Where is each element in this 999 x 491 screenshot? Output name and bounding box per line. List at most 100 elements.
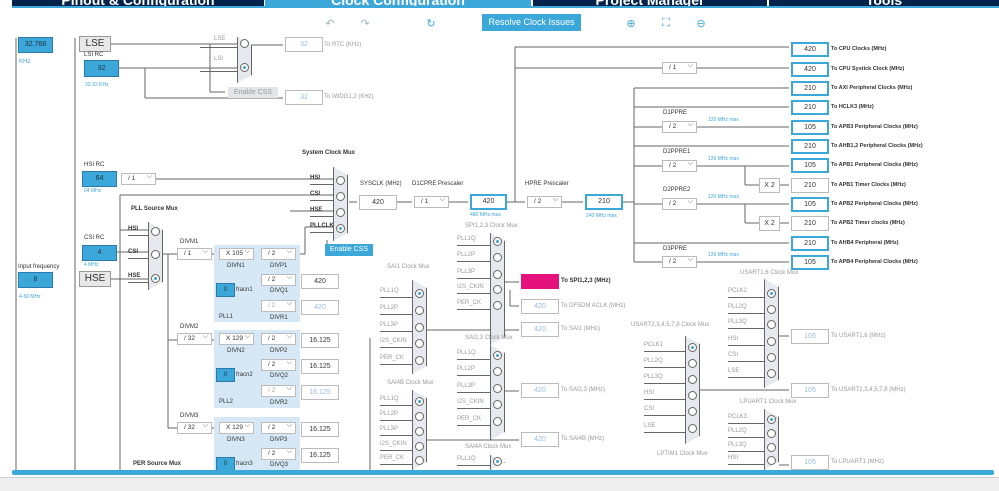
sysclk-value[interactable]: 420 [359,195,397,210]
mux-radio[interactable] [767,429,776,438]
output-value[interactable]: 210 [791,100,829,115]
mux-radio[interactable] [688,343,697,352]
mux-radio[interactable] [151,250,160,259]
hpre-dropdown[interactable]: / 2 [527,195,562,208]
mux-radio[interactable] [493,367,502,376]
rtc-enable-css-button[interactable]: Enable CSS [228,87,278,98]
hse-source[interactable]: HSE [79,271,111,287]
mux-radio[interactable] [688,391,697,400]
mux-radio[interactable] [493,457,502,466]
output-label: To APB1 Timer Clocks (MHz) [831,182,906,188]
divp-dropdown[interactable]: / 2 [261,332,296,345]
mux-radio[interactable] [415,442,424,451]
hsi-divider-dropdown[interactable]: / 1 [121,172,156,185]
mux-radio[interactable] [493,301,502,310]
mux-radio[interactable] [240,63,249,72]
divm-dropdown[interactable]: / 32 [177,421,212,434]
hclk-value[interactable]: 210 [585,194,623,210]
divm-dropdown[interactable]: / 32 [177,332,212,345]
mux-radio[interactable] [688,424,697,433]
output-value[interactable]: 210 [791,139,829,154]
output-value[interactable]: 210 [791,236,829,251]
hse-frequency-input[interactable]: 8 [18,272,53,288]
lse-source[interactable]: LSE [79,36,111,52]
systick-divider-dropdown[interactable]: / 1 [662,61,697,74]
spi-output-value[interactable]: 420 [521,274,559,289]
divq-dropdown[interactable]: / 2 [261,358,296,371]
mux-radio[interactable] [767,353,776,362]
mux-radio[interactable] [415,456,424,465]
mux-radio[interactable] [767,305,776,314]
mux-radio[interactable] [151,227,160,236]
mux-radio[interactable] [493,384,502,393]
mux-radio[interactable] [336,208,345,217]
mux-radio[interactable] [415,356,424,365]
fracn-input[interactable]: 0 [216,457,235,471]
mux-radio[interactable] [767,415,776,424]
d3ppre-dropdown[interactable]: / 2 [662,255,697,268]
mux-radio[interactable] [240,39,249,48]
mux-input-label: PLL2P [380,411,399,417]
output-value[interactable]: 105 [791,120,829,135]
mux-radio[interactable] [688,359,697,368]
mux-radio[interactable] [151,274,160,283]
mux-radio[interactable] [688,375,697,384]
mux-radio[interactable] [767,369,776,378]
mux-radio[interactable] [336,224,345,233]
mux-radio[interactable] [493,237,502,246]
mux-radio[interactable] [415,323,424,332]
lptim1-mux-title: LPTIM1 Clock Mux [657,451,708,457]
mux-radio[interactable] [493,400,502,409]
fracn-input[interactable]: 0 [216,368,235,382]
divr-dropdown[interactable]: / 2 [261,384,296,397]
lse-frequency-input[interactable]: 32.768 [18,37,53,53]
mux-radio[interactable] [415,339,424,348]
d2ppre1-dropdown[interactable]: / 2 [662,159,697,172]
mux-radio[interactable] [493,285,502,294]
mux-radio[interactable] [415,306,424,315]
mux-radio[interactable] [415,397,424,406]
divn-label: DIVN1 [227,263,245,269]
output-value[interactable]: 105 [791,197,829,212]
mux-radio[interactable] [493,417,502,426]
mux-radio[interactable] [415,427,424,436]
mux-radio[interactable] [767,443,776,452]
mux-radio[interactable] [415,412,424,421]
cpu-clock-value[interactable]: 420 [470,194,507,210]
output-value[interactable]: 210 [791,178,829,193]
output-value[interactable]: 420 [791,42,829,57]
output-value[interactable]: 210 [791,216,829,231]
d1cpre-dropdown[interactable]: / 1 [414,195,449,208]
fracn-input[interactable]: 0 [216,283,235,297]
mux-radio[interactable] [767,456,776,465]
horizontal-scrollbar[interactable] [12,470,994,475]
mux-radio[interactable] [767,337,776,346]
mux-radio[interactable] [493,351,502,360]
mux-radio[interactable] [493,253,502,262]
mux-radio[interactable] [336,176,345,185]
mux-radio[interactable] [493,270,502,279]
divq-dropdown[interactable]: / 2 [261,273,296,286]
output-value[interactable]: 105 [791,158,829,173]
divp-dropdown[interactable]: / 2 [261,421,296,434]
mux-input-label: LSE [644,423,656,429]
enable-css-button[interactable]: Enable CSS [325,244,373,256]
mux-radio[interactable] [688,407,697,416]
divm-dropdown[interactable]: / 1 [177,247,212,260]
d1ppre-dropdown[interactable]: / 2 [662,120,697,133]
divq-dropdown[interactable]: / 2 [261,447,296,460]
divp-dropdown[interactable]: / 2 [261,247,296,260]
divn-dropdown[interactable]: X 129 [219,332,254,345]
mux-radio[interactable] [767,320,776,329]
d2ppre2-dropdown[interactable]: / 2 [662,197,697,210]
divr-dropdown[interactable]: / 2 [261,299,296,312]
divn-dropdown[interactable]: X 129 [219,421,254,434]
output-value[interactable]: 420 [791,62,829,77]
output-value[interactable]: 105 [791,255,829,270]
output-value[interactable]: 210 [791,81,829,96]
mux-input-label: PLL3P [457,269,476,275]
mux-radio[interactable] [767,289,776,298]
mux-radio[interactable] [336,192,345,201]
mux-radio[interactable] [415,289,424,298]
divn-dropdown[interactable]: X 105 [219,247,254,260]
